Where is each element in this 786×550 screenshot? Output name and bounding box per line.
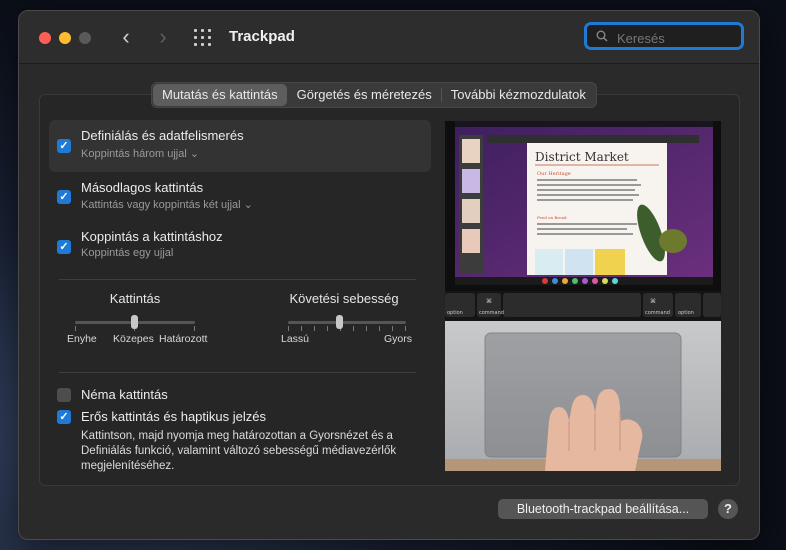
preview-key-option-left: option	[447, 310, 463, 316]
slider-tick	[405, 326, 406, 331]
search-icon	[596, 30, 608, 42]
search-input[interactable]	[615, 27, 739, 49]
lookup-checkbox[interactable]: ✓	[57, 139, 71, 153]
slider-tick	[314, 326, 315, 331]
slider-tick	[194, 326, 195, 331]
option-gesture-label: Koppintás egy ujjal	[81, 247, 174, 259]
tracking-speed-title: Követési sebesség	[289, 291, 399, 306]
chevron-down-icon: ⌄	[189, 148, 200, 160]
tab-scroll-and-zoom[interactable]: Görgetés és méretezés	[288, 84, 441, 106]
click-label-light: Enyhe	[67, 333, 97, 345]
chevron-down-icon: ⌄	[243, 199, 253, 211]
forward-arrow-icon[interactable]: ›	[151, 24, 175, 50]
option-label: Erős kattintás és haptikus jelzés	[81, 409, 266, 424]
preview-key-option-right: option	[678, 310, 694, 316]
tab-more-gestures[interactable]: További kézmozdulatok	[442, 84, 595, 106]
show-all-grid-icon[interactable]	[194, 29, 212, 47]
preview-key-left: command	[479, 310, 504, 316]
slider-track	[288, 321, 406, 324]
help-button[interactable]: ?	[718, 499, 738, 519]
click-label-firm: Határozott	[159, 333, 208, 345]
option-label: Néma kattintás	[81, 387, 168, 402]
secondary-click-checkbox[interactable]: ✓	[57, 190, 71, 204]
option-gesture-menu[interactable]: Koppintás három ujjal ⌄	[81, 147, 199, 160]
option-force-click[interactable]: ✓ Erős kattintás és haptikus jelzés	[49, 407, 431, 427]
preview-illustration: District Market Our Heritage Feed on Bre…	[445, 121, 721, 471]
slider-tick	[288, 326, 289, 331]
divider	[59, 279, 416, 280]
click-pressure-slider[interactable]	[75, 314, 195, 332]
preview-key-left-symbol: ⌘	[486, 298, 492, 305]
force-click-description: Kattintson, majd nyomja meg határozottan…	[81, 430, 397, 472]
slider-thumb[interactable]	[131, 315, 138, 329]
preview-key-right: command	[645, 310, 670, 316]
option-label: Definiálás és adatfelismerés	[81, 128, 244, 143]
tab-bar: Mutatás és kattintás Görgetés és méretez…	[151, 82, 597, 108]
preview-key-right-symbol: ⌘	[650, 298, 656, 305]
title-bar: ‹ › Trackpad	[19, 11, 759, 64]
preview-doc-subheading: Feed on Bread	[537, 215, 567, 220]
minimize-window-button[interactable]	[59, 32, 71, 44]
slider-tick	[366, 326, 367, 331]
search-field[interactable]	[584, 22, 744, 50]
slider-tick	[327, 326, 328, 331]
tracking-speed-slider[interactable]	[288, 314, 406, 332]
option-gesture-menu[interactable]: Kattintás vagy koppintás két ujjal ⌄	[81, 198, 253, 211]
preferences-window: ‹ › Trackpad Mutatás és kattintás Görget…	[18, 10, 760, 540]
click-slider-title: Kattintás	[109, 291, 161, 306]
window-title: Trackpad	[229, 28, 295, 45]
tracking-label-fast: Gyors	[384, 333, 413, 345]
divider	[59, 372, 416, 373]
slider-tick	[75, 326, 76, 331]
slider-tick	[301, 326, 302, 331]
zoom-window-button[interactable]	[79, 32, 91, 44]
preview-doc-heading: Our Heritage	[537, 171, 571, 177]
tracking-label-slow: Lassú	[281, 333, 310, 345]
slider-tick	[379, 326, 380, 331]
click-label-medium: Közepes	[113, 333, 154, 345]
option-secondary-click[interactable]: ✓ Másodlagos kattintás Kattintás vagy ko…	[49, 173, 431, 217]
option-gesture-label: Kattintás vagy koppintás két ujjal	[81, 199, 241, 211]
gesture-preview-video: District Market Our Heritage Feed on Bre…	[445, 121, 721, 471]
setup-bluetooth-trackpad-button[interactable]: Bluetooth-trackpad beállítása...	[498, 499, 708, 519]
silent-click-checkbox[interactable]	[57, 388, 71, 402]
option-silent-click[interactable]: Néma kattintás	[49, 385, 431, 405]
force-click-checkbox[interactable]: ✓	[57, 410, 71, 424]
option-label: Másodlagos kattintás	[81, 180, 204, 195]
option-label: Koppintás a kattintáshoz	[81, 229, 223, 244]
slider-tick	[392, 326, 393, 331]
slider-thumb[interactable]	[336, 315, 343, 329]
preview-doc-title: District Market	[535, 150, 629, 164]
option-gesture-label: Koppintás három ujjal	[81, 148, 187, 160]
back-arrow-icon[interactable]: ‹	[114, 24, 138, 50]
tap-to-click-checkbox[interactable]: ✓	[57, 240, 71, 254]
option-lookup-data-detectors[interactable]: ✓ Definiálás és adatfelismerés Koppintás…	[49, 120, 431, 172]
option-tap-to-click[interactable]: ✓ Koppintás a kattintáshoz Koppintás egy…	[49, 223, 431, 267]
tab-point-and-click[interactable]: Mutatás és kattintás	[153, 84, 287, 106]
slider-tick	[353, 326, 354, 331]
close-window-button[interactable]	[39, 32, 51, 44]
